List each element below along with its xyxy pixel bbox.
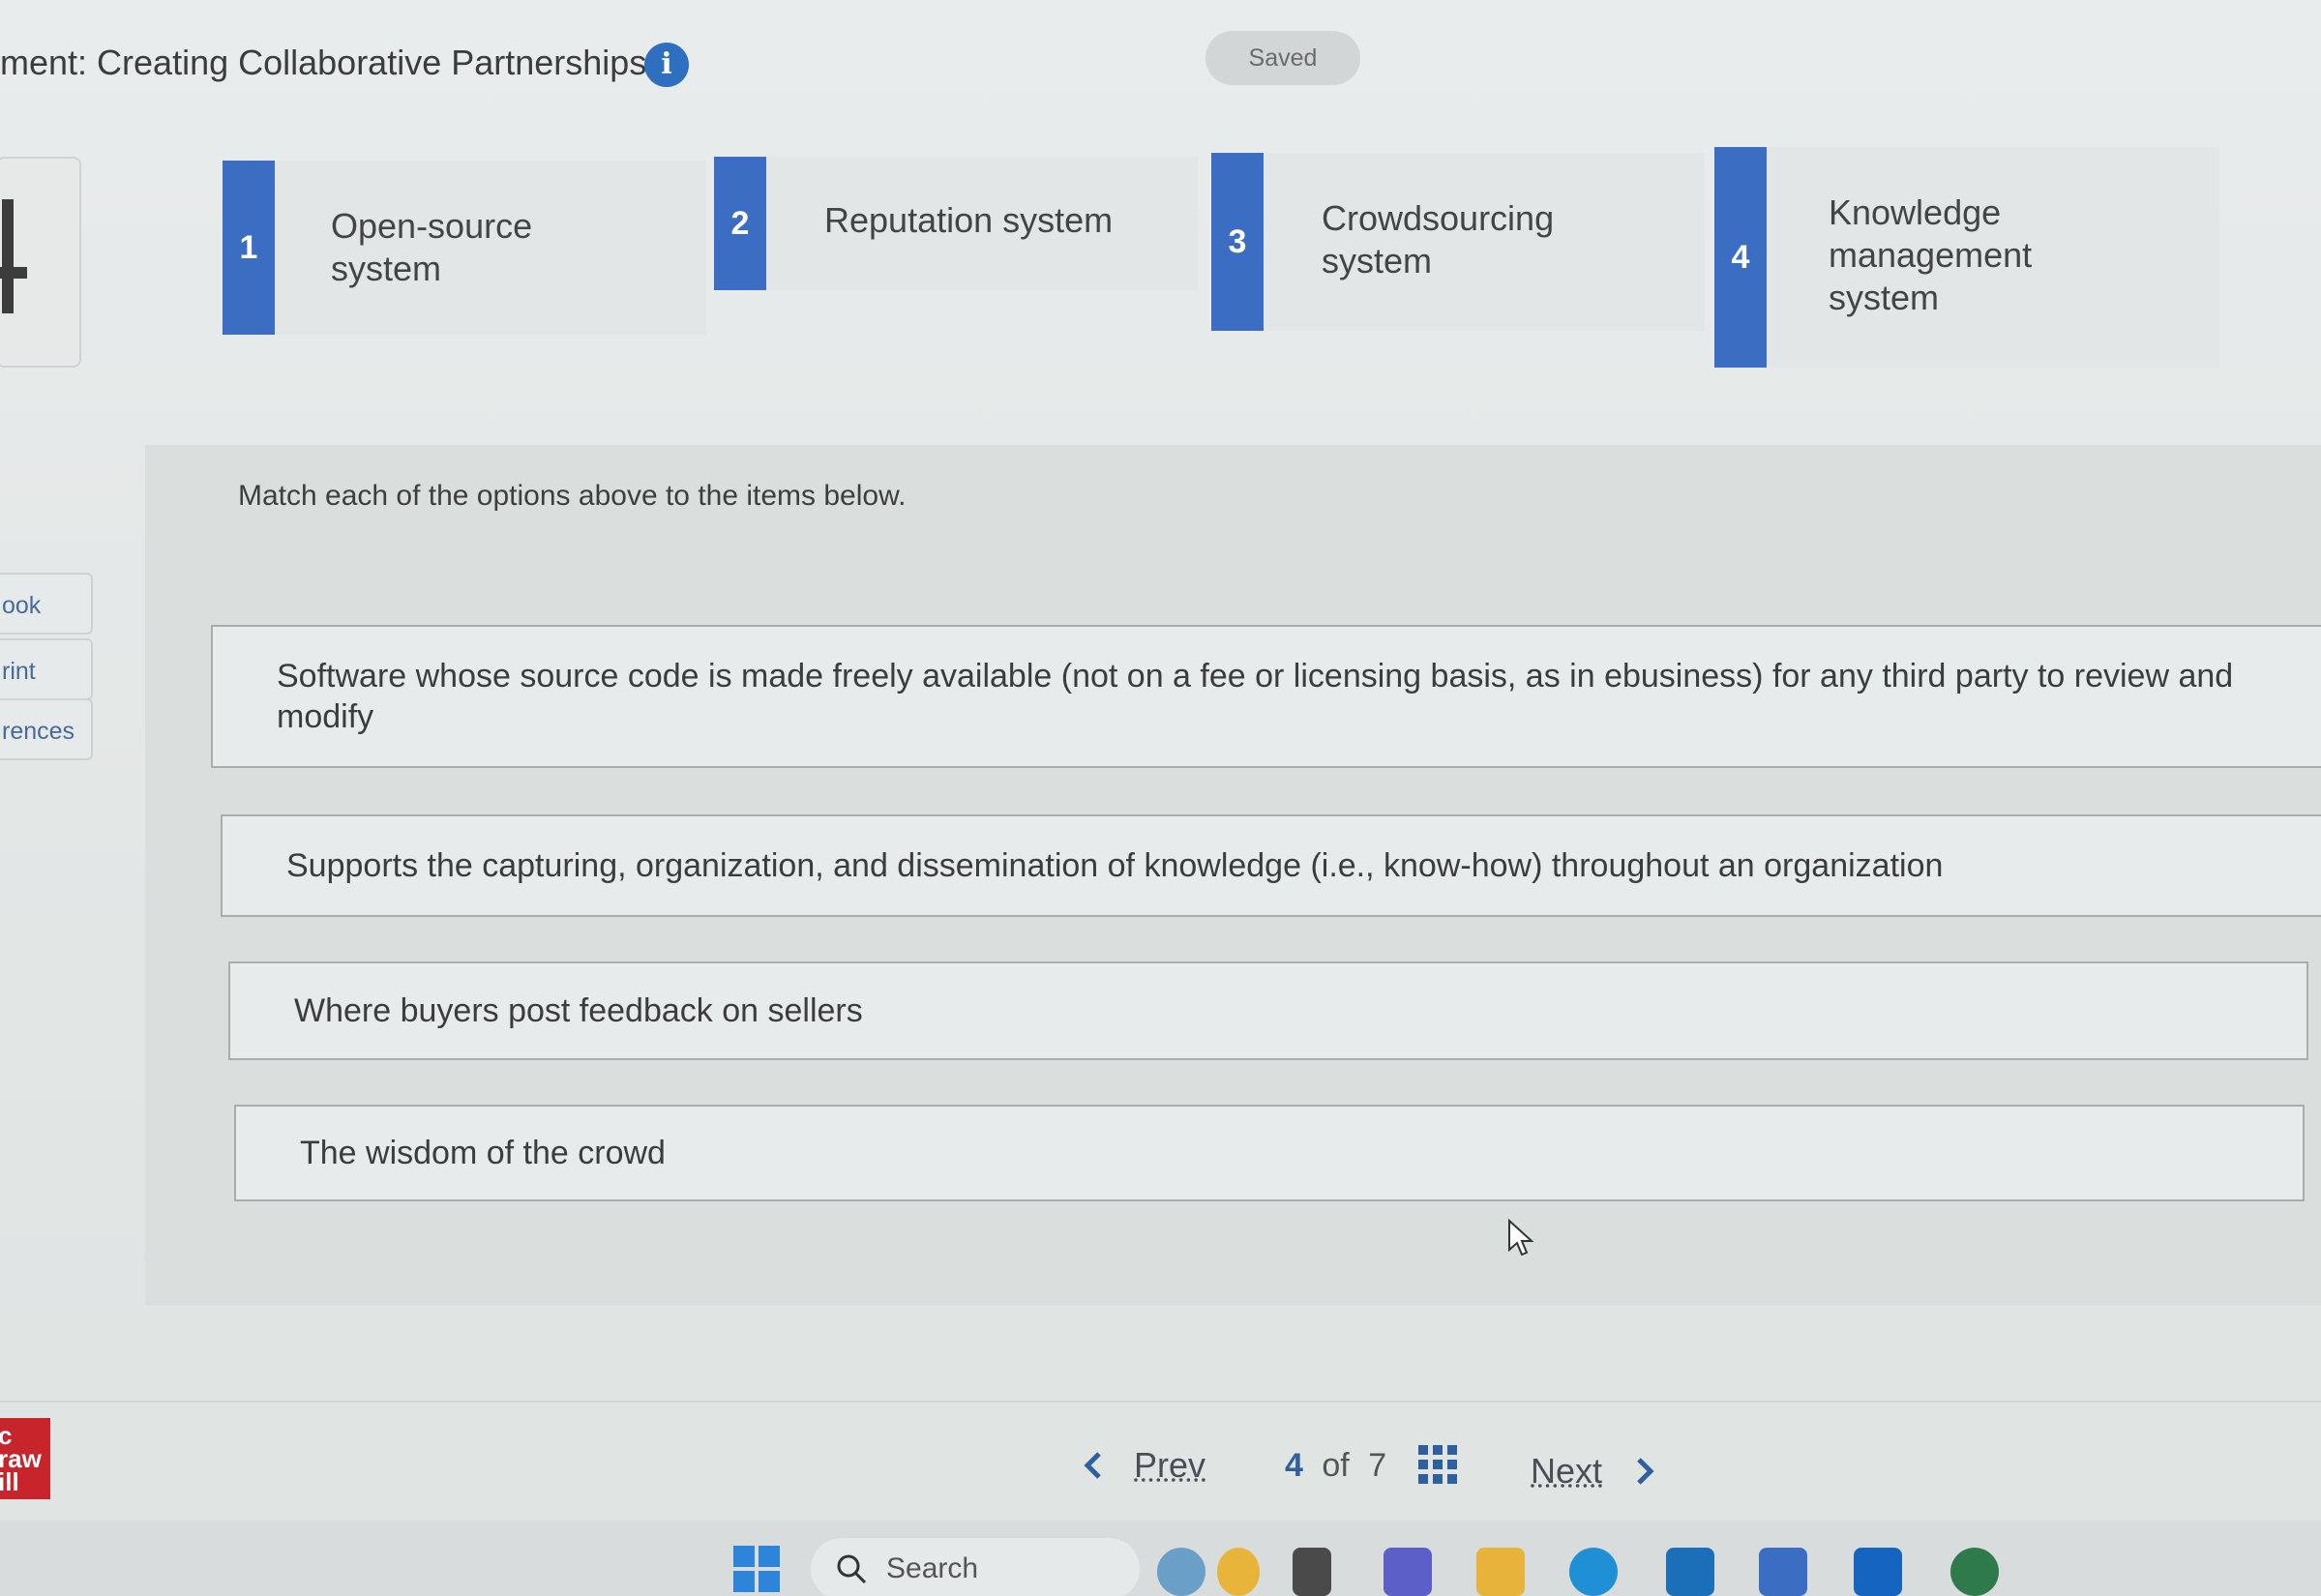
widget-sun-icon[interactable]	[1217, 1548, 1260, 1596]
folder-icon[interactable]	[1476, 1548, 1525, 1596]
search-icon	[837, 1554, 867, 1584]
next-button[interactable]: Next	[1531, 1447, 1602, 1495]
of-label: of	[1322, 1447, 1350, 1484]
taskbar-search[interactable]: Search	[811, 1538, 1140, 1596]
chevron-right-icon[interactable]	[1629, 1457, 1658, 1486]
dell-icon[interactable]	[1666, 1548, 1714, 1596]
info-icon[interactable]: i	[644, 43, 689, 87]
match-item-4[interactable]: The wisdom of the crowd	[234, 1105, 2305, 1201]
option-card-2[interactable]: 2 Reputation system	[714, 157, 1198, 290]
total-pages: 7	[1368, 1447, 1387, 1484]
instructions-text: Match each of the options above to the i…	[238, 480, 907, 512]
windows-start-icon[interactable]	[733, 1546, 780, 1592]
match-item-2[interactable]: Supports the capturing, organization, an…	[221, 814, 2321, 917]
widgets-icon[interactable]	[1157, 1548, 1205, 1596]
current-page: 4	[1285, 1447, 1303, 1484]
option-card-1[interactable]: 1 Open-source system	[223, 161, 706, 335]
match-item-3[interactable]: Where buyers post feedback on sellers	[228, 961, 2308, 1060]
store-icon[interactable]	[1759, 1548, 1807, 1596]
assignment-title: ment: Creating Collaborative Partnership…	[0, 43, 647, 82]
side-tab-references[interactable]: rences	[0, 698, 93, 760]
option-number: 3	[1211, 153, 1264, 331]
option-label: Open-source system	[331, 206, 533, 288]
page: ment: Creating Collaborative Partnership…	[0, 0, 2321, 1596]
teams-icon[interactable]	[1384, 1548, 1432, 1596]
question-grid-icon[interactable]	[1418, 1445, 1457, 1484]
prev-button[interactable]: Prev	[1134, 1441, 1205, 1490]
option-label: Crowdsourcing system	[1322, 198, 1555, 281]
side-tab-print[interactable]: rint	[0, 638, 93, 700]
edge-icon[interactable]	[1569, 1548, 1618, 1596]
option-label: Reputation system	[824, 200, 1114, 240]
mcgraw-hill-logo: c raw ill	[0, 1418, 50, 1499]
option-card-3[interactable]: 3 Crowdsourcing system	[1211, 153, 1705, 331]
option-number: 2	[714, 157, 766, 290]
option-number: 1	[223, 161, 275, 335]
page-indicator: 4 of 7	[1285, 1441, 1386, 1490]
mouse-cursor-icon	[1508, 1219, 1534, 1256]
plus-icon[interactable]	[0, 199, 27, 313]
file-explorer-icon[interactable]	[1293, 1548, 1331, 1596]
outlook-icon[interactable]	[1854, 1548, 1902, 1596]
side-tab-ebook[interactable]: ook	[0, 573, 93, 635]
footer-divider	[0, 1401, 2321, 1403]
option-number: 4	[1714, 147, 1767, 368]
logo-text: c raw ill	[0, 1421, 42, 1496]
saved-status-badge: Saved	[1205, 31, 1360, 85]
search-placeholder: Search	[886, 1552, 979, 1584]
option-label: Knowledge management system	[1829, 192, 2033, 317]
app-icon[interactable]	[1950, 1548, 1999, 1596]
prev-label: Prev	[1134, 1445, 1206, 1485]
option-card-4[interactable]: 4 Knowledge management system	[1714, 147, 2219, 368]
chevron-left-icon[interactable]	[1080, 1451, 1109, 1480]
next-label: Next	[1531, 1451, 1603, 1491]
match-item-1[interactable]: Software whose source code is made freel…	[211, 625, 2321, 768]
